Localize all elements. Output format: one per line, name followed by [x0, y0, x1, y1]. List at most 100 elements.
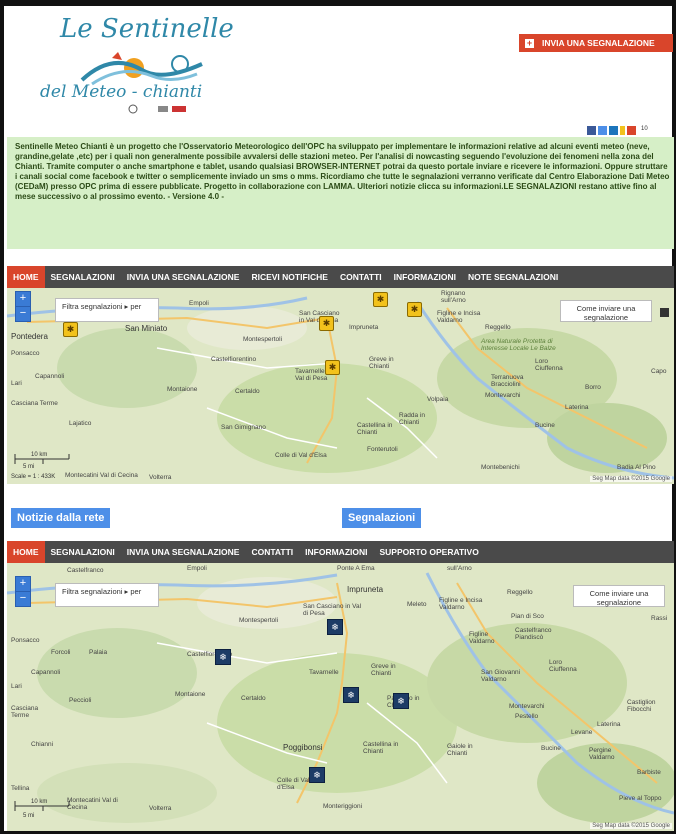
- zoom-in-button[interactable]: +: [15, 291, 31, 307]
- place-label: Peccioli: [69, 697, 92, 704]
- secondary-navigation: HOME SEGNALAZIONI INVIA UNA SEGNALAZIONE…: [7, 541, 674, 563]
- nav-contatti[interactable]: CONTATTI: [245, 541, 299, 563]
- logo-title-line2: del Meteo - chianti: [40, 82, 203, 102]
- nav-home[interactable]: HOME: [7, 541, 45, 563]
- place-label: Montevarchi: [485, 392, 521, 399]
- place-label: Laterina: [565, 404, 589, 411]
- place-label: Reggello: [485, 324, 511, 331]
- scale-mi-label: 5 mi: [23, 464, 35, 470]
- place-label: Volpaia: [427, 396, 449, 403]
- place-label: Chianni: [31, 741, 54, 748]
- filter-reports-dropdown[interactable]: Filtra segnalazioni ▸ per: [55, 583, 159, 607]
- report-marker-sun[interactable]: ✱: [63, 322, 78, 337]
- nav-segnalazioni[interactable]: SEGNALAZIONI: [45, 266, 121, 288]
- filter-reports-dropdown[interactable]: Filtra segnalazioni ▸ per: [55, 298, 159, 322]
- place-label: Castelfiorentino: [211, 356, 257, 363]
- report-marker-snow[interactable]: ❄: [343, 687, 359, 703]
- zoom-in-button[interactable]: +: [15, 576, 31, 592]
- place-label: Montecatini Val di Cecina: [67, 797, 118, 811]
- place-label: Volterra: [149, 474, 172, 481]
- segnalazioni-header: Segnalazioni: [342, 508, 662, 530]
- report-marker-snow[interactable]: ❄: [393, 693, 409, 709]
- place-label: Laterina: [597, 721, 621, 728]
- place-label: Figline Valdarno: [469, 631, 495, 645]
- place-label: Montaione: [175, 691, 206, 698]
- nav-segnalazioni[interactable]: SEGNALAZIONI: [45, 541, 121, 563]
- place-label: Pontedera: [11, 332, 48, 341]
- google-plus-icon[interactable]: [627, 126, 636, 135]
- nav-informazioni[interactable]: INFORMAZIONI: [388, 266, 462, 288]
- map-type-icon[interactable]: [660, 308, 669, 317]
- nav-home[interactable]: HOME: [7, 266, 45, 288]
- place-label: Borro: [585, 384, 601, 391]
- place-label: Badia Al Pino: [617, 464, 656, 471]
- nav-supporto-operativo[interactable]: SUPPORTO OPERATIVO: [373, 541, 484, 563]
- nav-informazioni[interactable]: INFORMAZIONI: [299, 541, 373, 563]
- site-logo[interactable]: Le Sentinelle del Meteo - chianti: [20, 12, 268, 120]
- report-marker-sun[interactable]: ✱: [407, 302, 422, 317]
- nav-invia-segnalazione[interactable]: INVIA UNA SEGNALAZIONE: [121, 266, 246, 288]
- nav-note-segnalazioni[interactable]: NOTE SEGNALAZIONI: [462, 266, 564, 288]
- place-label: San Gimignano: [221, 424, 266, 431]
- place-label: Pieve al Toppo: [619, 795, 662, 802]
- place-label: Ponsacco: [11, 350, 40, 357]
- place-label: Montaione: [167, 386, 198, 393]
- place-label: Terranuova Bracciolini: [491, 374, 524, 388]
- report-marker-snow[interactable]: ❄: [309, 767, 325, 783]
- place-label: Palaia: [89, 649, 108, 656]
- main-navigation: HOME SEGNALAZIONI INVIA UNA SEGNALAZIONE…: [7, 266, 674, 288]
- place-label: Fonterutoli: [367, 446, 398, 453]
- place-label: Castelfranco Piandiscò: [515, 627, 552, 641]
- rss-icon[interactable]: [620, 126, 625, 135]
- zoom-out-button[interactable]: −: [15, 591, 31, 607]
- place-label: San Miniato: [125, 324, 168, 333]
- place-label: Ponsacco: [11, 637, 40, 644]
- map-copyright: Seg Map data ©2015 Google: [590, 476, 672, 482]
- place-label: Forcoli: [51, 649, 71, 656]
- twitter-icon[interactable]: [598, 126, 607, 135]
- place-label: San Giovanni Valdarno: [481, 669, 521, 683]
- report-marker-sun[interactable]: ✱: [325, 360, 340, 375]
- place-label: Castelfranco: [67, 567, 104, 574]
- zoom-out-button[interactable]: −: [15, 306, 31, 322]
- report-marker-sun[interactable]: ✱: [319, 316, 334, 331]
- place-label: Figline e Incisa Valdarno: [439, 597, 483, 611]
- report-marker-snow[interactable]: ❄: [327, 619, 343, 635]
- scale-km-label: 10 km: [31, 452, 48, 458]
- window-frame-left: [0, 0, 4, 834]
- nav-invia-segnalazione[interactable]: INVIA UNA SEGNALAZIONE: [121, 541, 246, 563]
- place-label: Montespertoli: [243, 336, 283, 343]
- plus-icon: +: [525, 37, 534, 48]
- place-label: Castellina in Chianti: [363, 741, 399, 755]
- share-count: 10: [641, 126, 648, 132]
- map-1[interactable]: + − Filtra segnalazioni ▸ per Come invia…: [7, 288, 674, 484]
- logo-partners-icon: [128, 104, 186, 114]
- place-label: Gaiole in Chianti: [447, 743, 473, 757]
- place-label: Radda in Chianti: [399, 412, 426, 426]
- map-2[interactable]: + − Filtra segnalazioni ▸ per Come invia…: [7, 563, 674, 831]
- place-label: Reggello: [507, 589, 533, 596]
- place-label: Bucine: [535, 422, 555, 429]
- place-label: Greve in Chianti: [371, 663, 396, 677]
- place-label: Pian di Sco: [511, 613, 544, 620]
- place-label: Casciana Terme: [11, 705, 39, 719]
- nav-ricevi-notifiche[interactable]: RICEVI NOTIFICHE: [245, 266, 334, 288]
- place-label: Capannoli: [31, 669, 61, 676]
- send-report-button[interactable]: + INVIA UNA SEGNALAZIONE: [519, 34, 673, 52]
- how-to-send-button[interactable]: Come inviare una segnalazione: [573, 585, 665, 607]
- place-label: Loro Ciuffenna: [535, 358, 563, 372]
- facebook-icon[interactable]: [587, 126, 596, 135]
- share-icon[interactable]: [609, 126, 618, 135]
- place-label: Montecatini Val di Cecina: [65, 472, 138, 479]
- place-label: Colle di Val d'Elsa: [277, 777, 310, 791]
- how-to-send-button[interactable]: Come inviare una segnalazione: [560, 300, 652, 322]
- place-label: Barbiste: [637, 769, 661, 776]
- nav-contatti[interactable]: CONTATTI: [334, 266, 388, 288]
- place-label: Lari: [11, 683, 22, 690]
- place-label: Castiglion Fibocchi: [627, 699, 656, 713]
- place-label: Pestello: [515, 713, 539, 720]
- place-label: Greve in Chianti: [369, 356, 394, 370]
- place-label: Empoli: [189, 300, 209, 307]
- report-marker-snow[interactable]: ❄: [215, 649, 231, 665]
- report-marker-sun[interactable]: ✱: [373, 292, 388, 307]
